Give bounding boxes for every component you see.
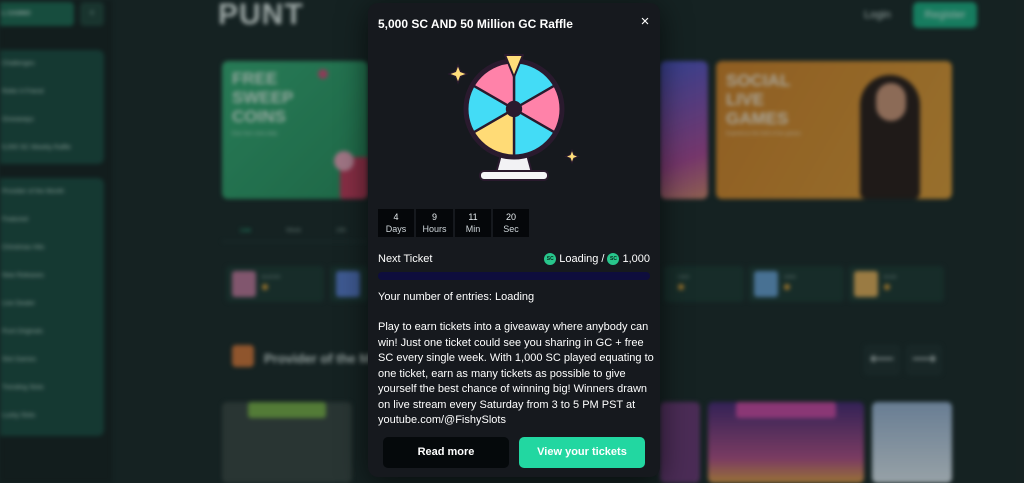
tab-week[interactable]: Week [286, 222, 301, 240]
prize-wheel-icon [447, 54, 580, 181]
next-ticket-progress-text: SC Loading / SC 1,000 [544, 252, 650, 266]
tab-live[interactable]: Live [240, 222, 251, 240]
game-name: BLAZE [884, 274, 897, 279]
coin-icon [678, 284, 684, 290]
sidebar-group-promotions: Challenges Refer A Friend Giveaways 5,00… [0, 50, 104, 164]
countdown-timer: 4 Days 9 Hours 11 Min 20 Sec [378, 209, 529, 237]
countdown-label: Sec [503, 224, 519, 234]
sidebar-item-new[interactable]: New Releases [0, 262, 104, 290]
ticket-progress-bar [378, 272, 650, 280]
sidebar-item-provider[interactable]: Provider of the Month [0, 178, 104, 206]
dealer-face [876, 83, 906, 121]
next-arrow-button[interactable]: ⟶ [906, 345, 942, 375]
game-strip-item[interactable]: CASH [664, 266, 744, 302]
game-name: CASH [678, 274, 690, 279]
separator: / [601, 253, 605, 265]
sidebar: L CASINO ‹ Challenges Refer A Friend Giv… [0, 0, 112, 483]
game-card[interactable] [872, 402, 952, 483]
sidebar-item-christmas[interactable]: Christmas Hits [0, 234, 104, 262]
game-card[interactable] [660, 402, 700, 483]
game-strip-item[interactable]: BLASTER [226, 266, 324, 302]
close-icon[interactable]: × [638, 14, 652, 29]
gift-icon [318, 69, 328, 79]
sidebar-item-refer[interactable]: Refer A Friend [0, 78, 104, 106]
countdown-seconds: 20 Sec [493, 209, 529, 237]
game-strip-item[interactable]: BLAZE [848, 266, 944, 302]
banner-title: FREE SWEEP COINS [232, 69, 294, 126]
sc-coin-icon: SC [544, 253, 557, 265]
game-thumb [232, 271, 256, 297]
tabs-divider [222, 241, 368, 242]
calendar-icon [232, 345, 254, 367]
section-title-provider: Provider of the M [264, 351, 371, 366]
game-thumb [336, 271, 360, 297]
raffle-modal: 5,000 SC AND 50 Million GC Raffle × 4 Da… [368, 3, 660, 477]
game-thumb [754, 271, 778, 297]
banner-subtitle: Earn free coins daily [232, 131, 278, 137]
current-sc-value: Loading [559, 253, 599, 265]
banner-free-sweep-coins[interactable]: FREE SWEEP COINS Earn free coins daily [222, 61, 368, 199]
chevron-left-icon: ‹ [90, 7, 94, 18]
sidebar-item-live-dealer[interactable]: Live Dealer [0, 290, 104, 318]
coin-icon [884, 284, 890, 290]
game-name: GEMS [784, 274, 796, 279]
card-tag [736, 402, 836, 418]
countdown-value: 9 [431, 212, 437, 222]
raffle-description: Play to earn tickets into a giveaway whe… [378, 321, 654, 426]
game-name: BLASTER [262, 274, 281, 279]
sidebar-toggle-button[interactable]: ‹ [80, 2, 104, 26]
countdown-minutes: 11 Min [455, 209, 491, 237]
target-sc-value: 1,000 [622, 253, 650, 265]
countdown-value: 20 [505, 212, 516, 222]
banner-title: SOCIAL LIVE GAMES [726, 71, 791, 128]
countdown-hours: 9 Hours [416, 209, 453, 237]
countdown-label: Days [385, 224, 407, 234]
sidebar-group-games: Provider of the Month Featured Christmas… [0, 178, 104, 436]
game-strip-item[interactable]: GEMS [748, 266, 844, 302]
modal-title: 5,000 SC AND 50 Million GC Raffle [378, 17, 573, 31]
banner-promo[interactable] [660, 61, 708, 199]
sidebar-item-weekly-raffle[interactable]: 5,000 SC Weekly Raffle [0, 134, 104, 162]
sidebar-item-originals[interactable]: Punt Originals [0, 318, 104, 346]
sidebar-item-challenges[interactable]: Challenges [0, 50, 104, 78]
countdown-label: Min [465, 224, 481, 234]
countdown-days: 4 Days [378, 209, 414, 237]
card-tag [248, 402, 326, 418]
countdown-label: Hours [422, 224, 447, 234]
game-strip-item[interactable] [330, 266, 368, 302]
countdown-value: 4 [393, 212, 399, 222]
read-more-button[interactable]: Read more [383, 437, 509, 468]
tab-24h[interactable]: 24h [336, 222, 346, 240]
game-card[interactable] [708, 402, 864, 483]
coin-icon [262, 284, 268, 290]
register-button[interactable]: Register [913, 2, 977, 28]
banner-social-live-games[interactable]: SOCIAL LIVE GAMES Experience the thrill … [716, 61, 952, 199]
login-link[interactable]: Login [864, 9, 891, 21]
sidebar-item-lucky[interactable]: Lucky Slots [0, 402, 104, 430]
sidebar-item-slots[interactable]: Slot Games [0, 346, 104, 374]
banner-subtitle: Experience the thrill of live games [726, 131, 801, 137]
sidebar-casino-tab[interactable]: L CASINO [0, 2, 74, 26]
sidebar-item-giveaways[interactable]: Giveaways [0, 106, 104, 134]
game-thumb [854, 271, 878, 297]
coin-image [334, 151, 354, 171]
coin-icon [784, 284, 790, 290]
site-logo[interactable]: PUNT [218, 0, 304, 30]
entries-count: Your number of entries: Loading [378, 291, 535, 303]
view-tickets-button[interactable]: View your tickets [519, 437, 645, 468]
sidebar-item-featured[interactable]: Featured [0, 206, 104, 234]
sidebar-item-trending[interactable]: Trending Slots [0, 374, 104, 402]
next-ticket-label: Next Ticket [378, 253, 433, 265]
sc-coin-icon: SC [607, 253, 620, 265]
prev-arrow-button[interactable]: ⟵ [864, 345, 900, 375]
game-card[interactable] [222, 402, 352, 483]
countdown-value: 11 [468, 212, 478, 222]
next-ticket-row: Next Ticket SC Loading / SC 1,000 [378, 252, 650, 268]
